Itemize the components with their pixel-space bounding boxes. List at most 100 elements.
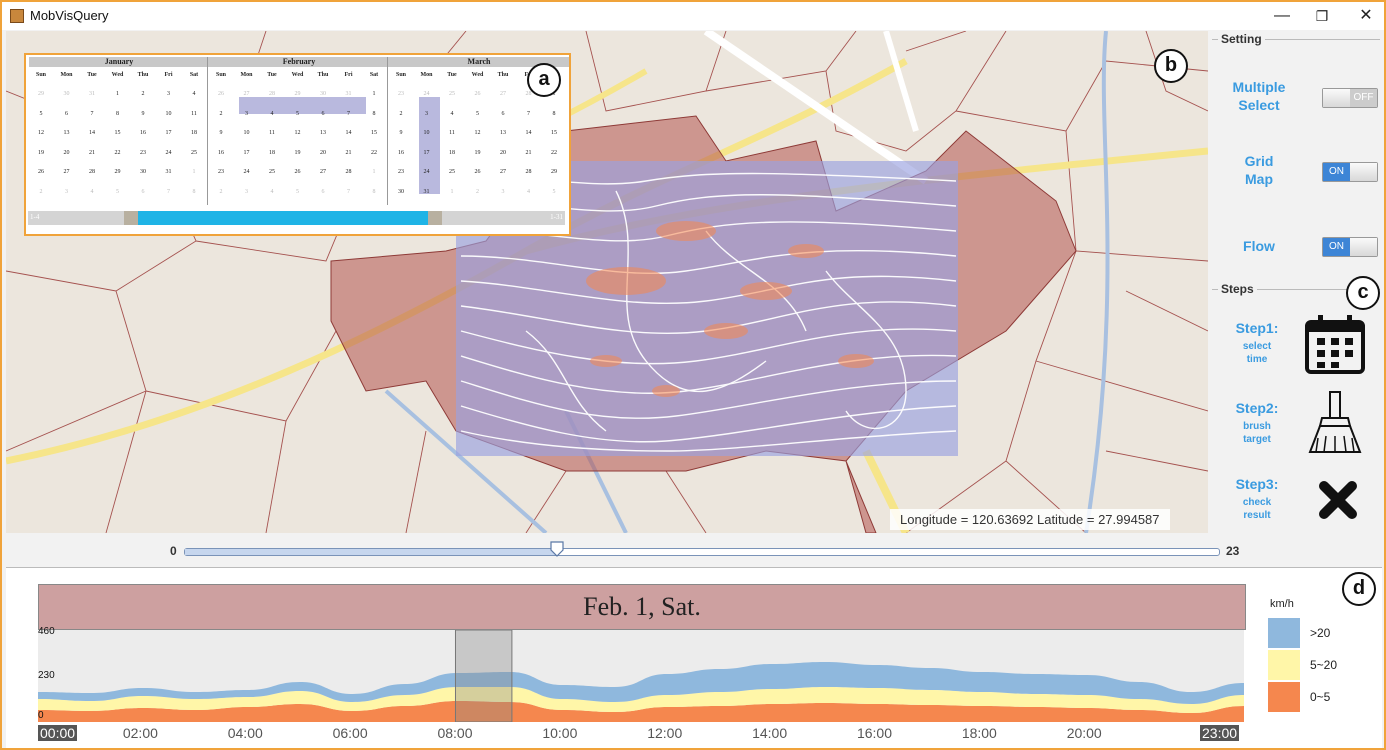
hour-slider[interactable]: 0 23: [6, 539, 1382, 565]
calendar-day[interactable]: 20: [55, 150, 79, 156]
calendar-day[interactable]: 9: [389, 130, 413, 136]
calendar-day[interactable]: 14: [80, 130, 104, 136]
calendar-day[interactable]: 2: [389, 111, 413, 117]
calendar-day[interactable]: 19: [466, 150, 490, 156]
calendar-day[interactable]: 17: [157, 130, 181, 136]
calendar-day[interactable]: 13: [491, 130, 515, 136]
calendar-day[interactable]: 25: [260, 169, 284, 175]
calendar-day[interactable]: 25: [440, 91, 464, 97]
calendar-day[interactable]: 26: [29, 169, 53, 175]
calendar-day[interactable]: 1: [362, 169, 386, 175]
calendar-day[interactable]: 29: [286, 91, 310, 97]
calendar-day[interactable]: 18: [440, 150, 464, 156]
calendar-day[interactable]: 20: [311, 150, 335, 156]
calendar-day[interactable]: 2: [466, 189, 490, 195]
calendar-day[interactable]: 31: [80, 91, 104, 97]
calendar-day[interactable]: 22: [106, 150, 130, 156]
calendar-day[interactable]: 7: [80, 111, 104, 117]
speed-streamgraph[interactable]: [38, 629, 1244, 723]
calendar-day[interactable]: 16: [131, 130, 155, 136]
calendar-day[interactable]: 8: [182, 189, 206, 195]
calendar-day[interactable]: 5: [286, 111, 310, 117]
selected-hour-band[interactable]: [454, 629, 513, 723]
calendar-day[interactable]: 30: [131, 169, 155, 175]
calendar-day[interactable]: 31: [157, 169, 181, 175]
calendar-day[interactable]: 24: [415, 91, 439, 97]
calendar-day[interactable]: 31: [337, 91, 361, 97]
calendar-day[interactable]: 19: [286, 150, 310, 156]
calendar-day[interactable]: 11: [260, 130, 284, 136]
calendar-day[interactable]: 13: [55, 130, 79, 136]
calendar-day[interactable]: 3: [491, 189, 515, 195]
calendar-day[interactable]: 27: [491, 91, 515, 97]
calendar-day[interactable]: 27: [55, 169, 79, 175]
calendar-day[interactable]: 16: [389, 150, 413, 156]
calendar-day[interactable]: 27: [235, 91, 259, 97]
calendar-icon[interactable]: [1304, 312, 1366, 376]
calendar-day[interactable]: 6: [311, 189, 335, 195]
calendar-day[interactable]: 5: [29, 111, 53, 117]
calendar-day[interactable]: 5: [466, 111, 490, 117]
calendar-day[interactable]: 15: [362, 130, 386, 136]
calendar-day[interactable]: 25: [440, 169, 464, 175]
calendar-day[interactable]: 6: [55, 111, 79, 117]
calendar-day[interactable]: 14: [337, 130, 361, 136]
calendar-day[interactable]: 7: [337, 189, 361, 195]
calendar-day[interactable]: 5: [542, 189, 566, 195]
calendar-day[interactable]: 3: [55, 189, 79, 195]
calendar-day[interactable]: 18: [260, 150, 284, 156]
calendar-day[interactable]: 1: [106, 91, 130, 97]
calendar-day[interactable]: 8: [542, 111, 566, 117]
calendar-day[interactable]: 24: [157, 150, 181, 156]
calendar-day[interactable]: 3: [415, 111, 439, 117]
calendar-day[interactable]: 23: [209, 169, 233, 175]
calendar-day[interactable]: 31: [415, 189, 439, 195]
calendar-day[interactable]: 15: [542, 130, 566, 136]
calendar-day[interactable]: 4: [260, 111, 284, 117]
calendar-day[interactable]: 3: [235, 189, 259, 195]
calendar-day[interactable]: 6: [311, 111, 335, 117]
calendar-day[interactable]: 29: [542, 169, 566, 175]
calendar-day[interactable]: 23: [131, 150, 155, 156]
x-mark-icon[interactable]: [1318, 480, 1358, 520]
hour-slider-track[interactable]: [184, 548, 1220, 556]
calendar-day[interactable]: 24: [235, 169, 259, 175]
calendar-day[interactable]: 11: [182, 111, 206, 117]
calendar-day[interactable]: 20: [491, 150, 515, 156]
calendar-day[interactable]: 4: [182, 91, 206, 97]
calendar-day[interactable]: 1: [362, 91, 386, 97]
calendar-day[interactable]: 7: [517, 111, 541, 117]
calendar-day[interactable]: 26: [209, 91, 233, 97]
calendar-day[interactable]: 15: [106, 130, 130, 136]
calendar-day[interactable]: 26: [466, 91, 490, 97]
calendar-day[interactable]: 23: [389, 169, 413, 175]
calendar-day[interactable]: 14: [517, 130, 541, 136]
calendar-day[interactable]: 17: [235, 150, 259, 156]
calendar-panel[interactable]: January Sun Mon Tue Wed Thu Fri Sat 29 30 31 1 2 3 4 5 6…: [24, 53, 571, 236]
calendar-day[interactable]: 26: [466, 169, 490, 175]
calendar-day[interactable]: 17: [415, 150, 439, 156]
date-range-start-handle[interactable]: [124, 211, 138, 225]
calendar-day[interactable]: 8: [362, 189, 386, 195]
calendar-day[interactable]: 10: [157, 111, 181, 117]
hour-slider-thumb[interactable]: [550, 541, 564, 557]
calendar-day[interactable]: 5: [106, 189, 130, 195]
calendar-day[interactable]: 1: [182, 169, 206, 175]
flow-toggle[interactable]: ON: [1322, 237, 1378, 257]
calendar-day[interactable]: 28: [337, 169, 361, 175]
calendar-day[interactable]: 2: [29, 189, 53, 195]
calendar-day[interactable]: 19: [29, 150, 53, 156]
calendar-day[interactable]: 28: [80, 169, 104, 175]
calendar-day[interactable]: 30: [389, 189, 413, 195]
calendar-day[interactable]: 1: [440, 189, 464, 195]
calendar-day[interactable]: 6: [131, 189, 155, 195]
calendar-day[interactable]: 30: [55, 91, 79, 97]
calendar-day[interactable]: 4: [80, 189, 104, 195]
calendar-day[interactable]: 12: [29, 130, 53, 136]
close-button[interactable]: ✕: [1346, 4, 1384, 28]
grid-map-toggle[interactable]: ON: [1322, 162, 1378, 182]
calendar-day[interactable]: 24: [415, 169, 439, 175]
calendar-day[interactable]: 21: [337, 150, 361, 156]
calendar-day[interactable]: 13: [311, 130, 335, 136]
calendar-day[interactable]: 26: [286, 169, 310, 175]
